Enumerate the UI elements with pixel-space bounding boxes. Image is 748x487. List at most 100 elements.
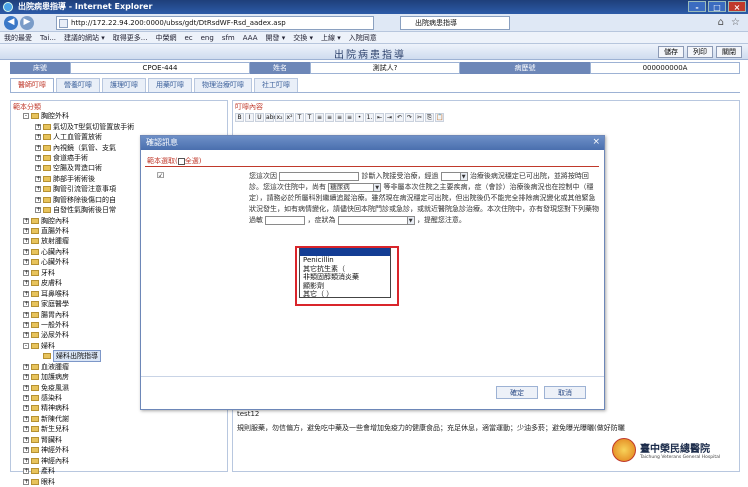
expand-icon[interactable]: + [35, 155, 41, 161]
favorites-star-icon[interactable]: ☆ [731, 17, 740, 28]
editor-tool-icon[interactable]: ≡ [335, 113, 344, 122]
expand-icon[interactable]: + [35, 124, 41, 130]
save-button[interactable]: 儲存 [658, 46, 684, 58]
expand-icon[interactable]: + [23, 395, 29, 401]
expand-icon[interactable]: + [23, 479, 29, 485]
tree-node[interactable]: +產科 [23, 466, 134, 476]
fav-item[interactable]: 開發 ▾ [266, 32, 286, 43]
editor-tool-icon[interactable]: I [245, 113, 254, 122]
back-arrow-icon[interactable]: ◀ [4, 16, 18, 30]
expand-icon[interactable]: + [23, 332, 29, 338]
expand-icon[interactable]: + [23, 468, 29, 474]
maximize-button[interactable]: □ [708, 1, 726, 12]
expand-icon[interactable]: + [35, 197, 41, 203]
tree-node[interactable]: +神經外科 [23, 445, 134, 455]
expand-icon[interactable]: + [23, 447, 29, 453]
fav-item[interactable]: ec [184, 32, 192, 43]
minimize-button[interactable]: - [688, 1, 706, 12]
tree-node[interactable]: +腎臟科 [23, 435, 134, 445]
allergy-select[interactable] [265, 216, 305, 225]
tree-node[interactable]: +免疫風濕 [23, 382, 134, 392]
condition-dropdown-icon[interactable]: ▼ [373, 183, 381, 192]
tree-node[interactable]: +皮膚科 [23, 278, 134, 288]
select-all-label[interactable]: 全選 [185, 157, 199, 165]
fav-item[interactable]: 建議的網站 ▾ [64, 32, 105, 43]
editor-tool-icon[interactable]: ⇤ [375, 113, 384, 122]
tree-node[interactable]: +加護病房 [23, 372, 134, 382]
tree-node[interactable]: +感染科 [23, 393, 134, 403]
close-window-button[interactable]: × [728, 1, 746, 12]
editor-tool-icon[interactable]: ≡ [315, 113, 324, 122]
expand-icon[interactable]: + [35, 134, 41, 140]
editor-tool-icon[interactable]: 1. [365, 113, 374, 122]
cancel-button[interactable]: 取消 [544, 386, 586, 399]
fav-item[interactable]: 入院同意 [349, 32, 377, 43]
editor-tool-icon[interactable]: ✂ [415, 113, 424, 122]
tab-physio[interactable]: 物理治療叮嚀 [194, 78, 252, 92]
address-input[interactable]: http://172.22.94.200:0000/ubss/gdt/DtRsd… [56, 16, 374, 30]
editor-tool-icon[interactable]: ≡ [345, 113, 354, 122]
symptom-dropdown-icon[interactable]: ▼ [407, 216, 415, 225]
tab-nursing[interactable]: 護理叮嚀 [102, 78, 146, 92]
expand-icon[interactable]: + [23, 249, 29, 255]
expand-icon[interactable]: + [23, 238, 29, 244]
editor-tool-icon[interactable]: abc [265, 113, 274, 122]
tree-node[interactable]: +心臟外科 [23, 257, 134, 267]
close-button[interactable]: 關閉 [716, 46, 742, 58]
expand-icon[interactable]: + [23, 364, 29, 370]
editor-tool-icon[interactable]: ↶ [395, 113, 404, 122]
tab-social[interactable]: 社工叮嚀 [254, 78, 298, 92]
tree-node[interactable]: +胸腔內科 [23, 215, 134, 225]
tree-node[interactable]: +泌尿外科 [23, 330, 134, 340]
home-icon[interactable]: ⌂ [718, 17, 724, 28]
print-button[interactable]: 列印 [687, 46, 713, 58]
fav-item[interactable]: 我的最愛 [4, 32, 32, 43]
tree-node[interactable]: +新生兒科 [23, 424, 134, 434]
tree-node[interactable]: 婦科出院指導 [23, 351, 134, 361]
tree-node[interactable]: +一般外科 [23, 320, 134, 330]
expand-icon[interactable]: + [35, 207, 41, 213]
fav-item[interactable]: eng [201, 32, 214, 43]
fav-item[interactable]: AAA [243, 32, 258, 43]
tree-node[interactable]: +自發性氣胸術後日常 [23, 205, 134, 215]
treatment-dropdown-icon[interactable]: ▼ [460, 172, 468, 181]
fav-item[interactable]: 上線 ▾ [321, 32, 341, 43]
browser-tab[interactable]: 出院病患指導 [400, 16, 510, 30]
tree-node[interactable]: -胸腔外科 [23, 111, 134, 121]
tree-node[interactable]: +食道癌手術 [23, 153, 134, 163]
tree-node[interactable]: +胸管移除後傷口的自 [23, 195, 134, 205]
expand-icon[interactable]: + [23, 218, 29, 224]
expand-icon[interactable]: + [23, 426, 29, 432]
editor-tool-icon[interactable]: T [295, 113, 304, 122]
tab-nutrition[interactable]: 營養叮嚀 [56, 78, 100, 92]
tree-node[interactable]: +人工血管置放術 [23, 132, 134, 142]
expand-icon[interactable]: + [23, 437, 29, 443]
tree-node[interactable]: +腸胃內科 [23, 309, 134, 319]
tree-node[interactable]: +家庭醫學 [23, 299, 134, 309]
tree-node[interactable]: +空腸及胃造口術 [23, 163, 134, 173]
expand-icon[interactable]: + [23, 280, 29, 286]
editor-tool-icon[interactable]: ⇥ [385, 113, 394, 122]
expand-icon[interactable]: + [23, 322, 29, 328]
editor-tool-icon[interactable]: x₂ [275, 113, 284, 122]
editor-tool-icon[interactable]: B [235, 113, 244, 122]
tree-node[interactable]: +心臟內科 [23, 247, 134, 257]
tree-node[interactable]: +神經內科 [23, 455, 134, 465]
tab-medication[interactable]: 用藥叮嚀 [148, 78, 192, 92]
tree-node[interactable]: +新陳代謝 [23, 414, 134, 424]
template-checkbox[interactable]: ☑ [157, 171, 164, 180]
tree-node[interactable]: +肺部手術術後 [23, 174, 134, 184]
expand-icon[interactable]: + [23, 270, 29, 276]
tree-node[interactable]: +氣切及T型氣切管置放手術 [23, 121, 134, 131]
condition-select[interactable]: 糖尿病 [328, 183, 374, 192]
fav-item[interactable]: Tai... [40, 32, 56, 43]
editor-tool-icon[interactable]: T [305, 113, 314, 122]
forward-arrow-icon[interactable]: ▶ [20, 16, 34, 30]
expand-icon[interactable]: + [23, 374, 29, 380]
expand-icon[interactable]: + [23, 458, 29, 464]
expand-icon[interactable]: + [23, 416, 29, 422]
editor-tool-icon[interactable]: U [255, 113, 264, 122]
expand-icon[interactable]: + [23, 301, 29, 307]
collapse-icon[interactable]: - [23, 343, 29, 349]
expand-icon[interactable]: + [35, 145, 41, 151]
